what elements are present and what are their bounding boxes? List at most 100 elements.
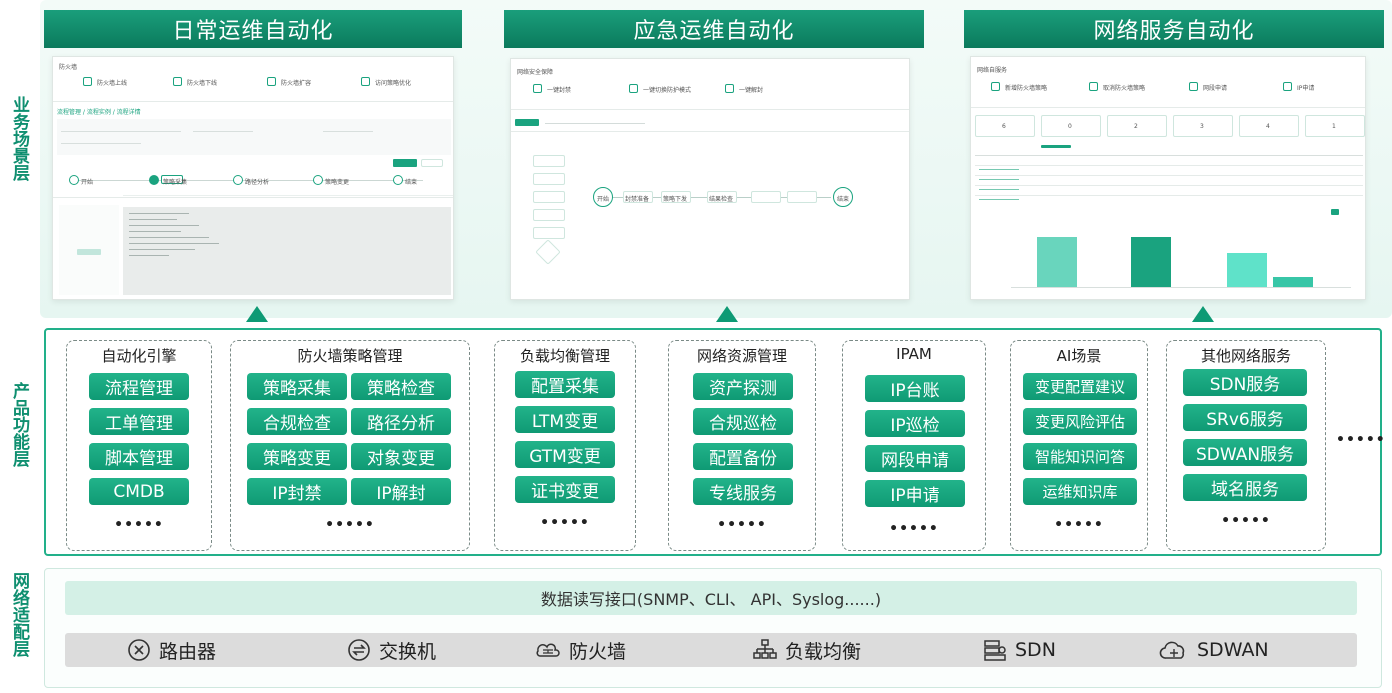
device-switch: 交换机 [347,633,436,667]
chart-bar [1273,277,1313,287]
up-arrow-icon [716,306,738,322]
step-label: 开始 [81,179,94,186]
feature-srv6-service[interactable]: SRv6服务 [1183,404,1307,431]
more-indicator: ••••• [540,515,590,531]
feature-compliance-inspection[interactable]: 合规巡检 [693,408,793,435]
code-line [129,249,195,250]
feature-cert-change[interactable]: 证书变更 [515,476,615,503]
group-title: 网络资源管理 [696,347,787,365]
divider [53,197,453,198]
code-line [129,255,169,256]
table-link[interactable] [979,169,1019,170]
network-layer-label: 网络适配层 [6,572,32,662]
feature-knowledge-qa[interactable]: 智能知识问答 [1023,443,1137,470]
feature-asset-discovery[interactable]: 资产探测 [693,373,793,400]
card-label: 取消防火墙策略 [1103,85,1146,92]
stat-value: 1 [1332,123,1336,130]
card-label: 网段申请 [1203,85,1228,92]
screenshot-heading: 网络自服务 [977,67,1008,74]
chart-bar [1227,253,1267,287]
feature-config-backup[interactable]: 配置备份 [693,443,793,470]
data-interface-bar: 数据读写接口(SNMP、CLI、 API、Syslog......) [65,581,1357,615]
feature-domain-service[interactable]: 域名服务 [1183,474,1307,501]
feature-sdn-service[interactable]: SDN服务 [1183,369,1307,396]
feature-ltm-change[interactable]: LTM变更 [515,406,615,433]
more-indicator: ••••• [889,521,939,537]
feature-risk-assessment[interactable]: 变更风险评估 [1023,408,1137,435]
feature-compliance-check[interactable]: 合规检查 [247,408,347,435]
sdn-icon [984,640,1006,661]
code-line [129,243,219,244]
card-icon [83,77,92,86]
table-link[interactable] [979,189,1019,190]
feature-policy-change[interactable]: 策略变更 [247,443,347,470]
card-label: 防火墙上线 [97,80,128,87]
chart-axis [1011,287,1351,288]
action-button[interactable] [421,159,443,167]
feature-ip-block[interactable]: IP封禁 [247,478,347,505]
feature-change-advice[interactable]: 变更配置建议 [1023,373,1137,400]
feature-ticket-management[interactable]: 工单管理 [89,408,189,435]
feature-process-management[interactable]: 流程管理 [89,373,189,400]
stat-card: 6 [975,115,1035,137]
more-indicator: ••••• [1054,517,1104,533]
feature-script-management[interactable]: 脚本管理 [89,443,189,470]
table-link[interactable] [979,199,1019,200]
switch-icon [348,639,370,661]
feature-ip-inspection[interactable]: IP巡检 [865,410,965,437]
group-title: AI场景 [1056,347,1102,365]
feature-ip-unblock[interactable]: IP解封 [351,478,451,505]
feature-dedicated-line[interactable]: 专线服务 [693,478,793,505]
group-other-network-services: 其他网络服务 SDN服务 SRv6服务 SDWAN服务 域名服务 ••••• [1166,340,1326,551]
product-layer-label: 产品功能层 [6,382,32,472]
card-icon [533,84,542,93]
up-arrow-icon [246,306,268,322]
feature-ip-ledger[interactable]: IP台账 [865,375,965,402]
feature-policy-collect[interactable]: 策略采集 [247,373,347,400]
table-row [975,195,1363,196]
side-node-diamond [535,239,561,265]
device-sdwan: SDWAN [1159,633,1269,667]
feature-ip-request[interactable]: IP申请 [865,480,965,507]
card-label: IP申请 [1297,85,1315,92]
feature-sdwan-service[interactable]: SDWAN服务 [1183,439,1307,466]
tree-selected [77,249,101,255]
more-indicator: ••••• [325,517,375,533]
feature-object-change[interactable]: 对象变更 [351,443,451,470]
feature-config-collect[interactable]: 配置采集 [515,371,615,398]
device-label: 防火墙 [569,640,627,663]
load-balancer-icon [753,639,777,659]
tab-active[interactable] [515,119,539,126]
flow-node-label: 结束 [837,196,850,203]
feature-ops-knowledge-base[interactable]: 运维知识库 [1023,478,1137,505]
card-icon [629,84,638,93]
product-layer: 自动化引擎 流程管理 工单管理 脚本管理 CMDB ••••• 防火墙策略管理 … [44,328,1385,556]
action-button[interactable] [393,159,417,167]
feature-gtm-change[interactable]: GTM变更 [515,441,615,468]
group-load-balancer: 负载均衡管理 配置采集 LTM变更 GTM变更 证书变更 ••••• [494,340,636,551]
table-link[interactable] [979,179,1019,180]
info-line [61,131,181,132]
device-firewall: 防火墙 [535,633,626,667]
chart-bar [1037,237,1077,287]
card-icon [1283,82,1292,91]
tab-active[interactable] [1041,145,1071,148]
business-layer-label: 业务场景层 [6,96,32,186]
scene-network-service: 网络服务自动化 [964,10,1384,48]
step-label: 路径分析 [245,179,270,186]
step-label: 结束 [405,179,418,186]
feature-path-analysis[interactable]: 路径分析 [351,408,451,435]
stat-value: 6 [1002,123,1006,130]
group-ai-scenarios: AI场景 变更配置建议 变更风险评估 智能知识问答 运维知识库 ••••• [1010,340,1148,551]
feature-cmdb[interactable]: CMDB [89,478,189,505]
feature-policy-check[interactable]: 策略检查 [351,373,451,400]
flow-node-label: 结果检查 [709,196,734,203]
pagination-current[interactable] [1331,209,1339,215]
stat-card: 0 [1041,115,1101,137]
screenshot-breadcrumb: 流程管理 / 流程实例 / 流程详情 [57,109,141,116]
stat-value: 2 [1134,123,1138,130]
feature-subnet-request[interactable]: 网段申请 [865,445,965,472]
screenshot-heading: 防火墙 [59,64,78,71]
card-label: 新增防火墙策略 [1005,85,1048,92]
layer-label-text: 业务场景层 [9,96,29,181]
